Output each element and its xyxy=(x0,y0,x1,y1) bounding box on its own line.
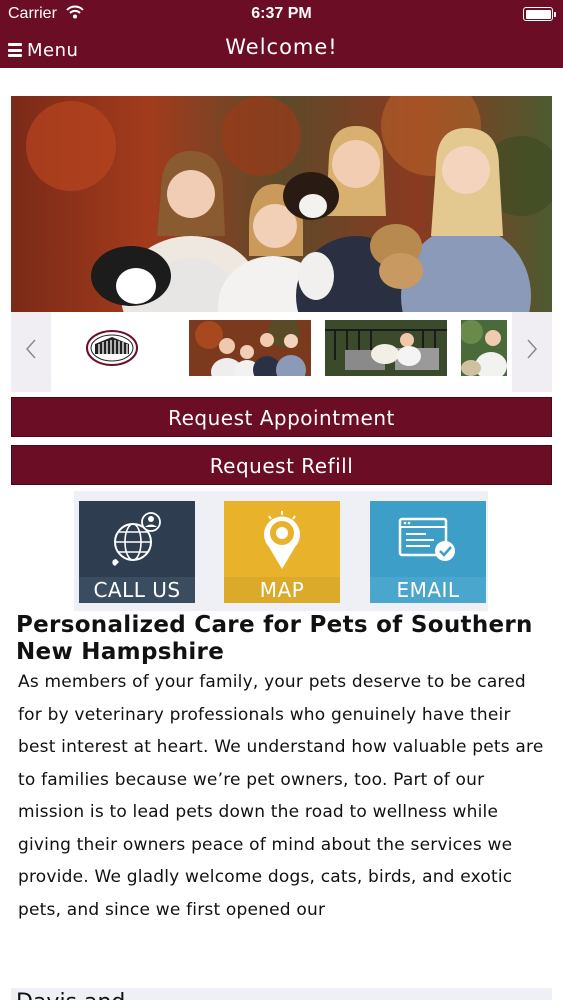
request-appointment-button[interactable]: Request Appointment xyxy=(11,397,552,437)
map-tile[interactable]: MAP xyxy=(224,501,340,603)
chevron-left-icon xyxy=(24,337,38,367)
carousel-next-button[interactable] xyxy=(512,312,552,392)
thumbnail-patio-photo[interactable] xyxy=(325,320,447,376)
call-us-tile[interactable]: CALL US xyxy=(79,501,195,603)
quick-actions: CALL US MAP EMAIL xyxy=(74,491,488,611)
chevron-right-icon xyxy=(525,337,539,367)
clock: 6:37 PM xyxy=(251,5,312,22)
content-heading: Personalized Care for Pets of Southern N… xyxy=(16,612,533,665)
battery-icon xyxy=(523,7,556,21)
email-check-icon xyxy=(370,505,486,575)
next-section-heading: Davis and xyxy=(16,990,125,1000)
thumbnail-outdoor-photo[interactable] xyxy=(461,320,507,376)
globe-phone-icon xyxy=(79,505,195,575)
thumbnail-carousel xyxy=(11,312,552,392)
nav-bar: Menu Welcome! xyxy=(0,30,563,68)
map-pin-icon xyxy=(224,505,340,575)
request-refill-button[interactable]: Request Refill xyxy=(11,445,552,485)
status-bar: Carrier 6:37 PM xyxy=(0,0,563,30)
thumbnail-logo[interactable] xyxy=(85,328,139,368)
hero-photo xyxy=(11,96,552,312)
call-us-label: CALL US xyxy=(79,577,195,603)
email-label: EMAIL xyxy=(370,577,486,603)
carousel-prev-button[interactable] xyxy=(11,312,51,392)
page-title: Welcome! xyxy=(225,35,338,59)
content-body: As members of your family, your pets des… xyxy=(18,672,544,920)
next-section-peek: Davis and xyxy=(11,988,552,1000)
map-label: MAP xyxy=(224,577,340,603)
thumbnail-family-photo[interactable] xyxy=(189,320,311,376)
email-tile[interactable]: EMAIL xyxy=(370,501,486,603)
